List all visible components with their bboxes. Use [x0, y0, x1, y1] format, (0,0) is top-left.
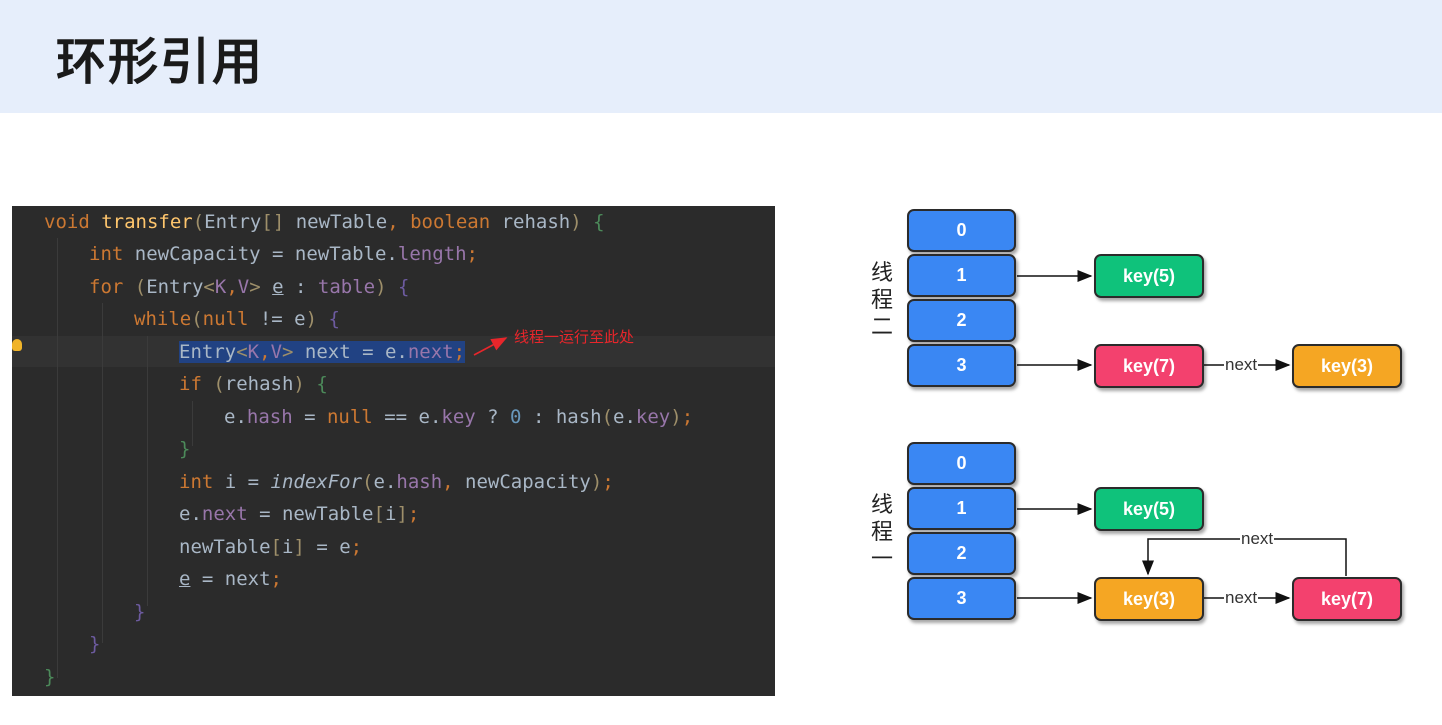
thread-label-char: 程 — [870, 520, 893, 545]
node-key5: key(5) — [1094, 254, 1204, 298]
bucket-1: 1 — [907, 254, 1016, 297]
node-key3: key(3) — [1094, 577, 1204, 621]
annotation-arrow — [473, 337, 508, 356]
thread-label-char: 一 — [870, 547, 893, 572]
node-key5: key(5) — [1094, 487, 1204, 531]
bucket-2: 2 — [907, 532, 1016, 575]
next-label: next — [1224, 355, 1259, 374]
thread-label-bottom: 线 程 一 — [870, 492, 894, 573]
bucket-0: 0 — [907, 209, 1016, 252]
bucket-1: 1 — [907, 487, 1016, 530]
thread-label-char: 线 — [870, 261, 893, 286]
next-label: next — [1224, 588, 1259, 607]
bucket-2: 2 — [907, 299, 1016, 342]
node-key7: key(7) — [1094, 344, 1204, 388]
next-label-loop: next — [1240, 529, 1275, 548]
bucket-3: 3 — [907, 344, 1016, 387]
node-key7: key(7) — [1292, 577, 1402, 621]
node-key3: key(3) — [1292, 344, 1402, 388]
thread-label-top: 线 程 二 — [870, 260, 894, 341]
thread-label-char: 线 — [870, 493, 893, 518]
thread-label-char: 程 — [870, 288, 893, 313]
bucket-3: 3 — [907, 577, 1016, 620]
bucket-0: 0 — [907, 442, 1016, 485]
thread-label-char: 二 — [870, 315, 893, 340]
